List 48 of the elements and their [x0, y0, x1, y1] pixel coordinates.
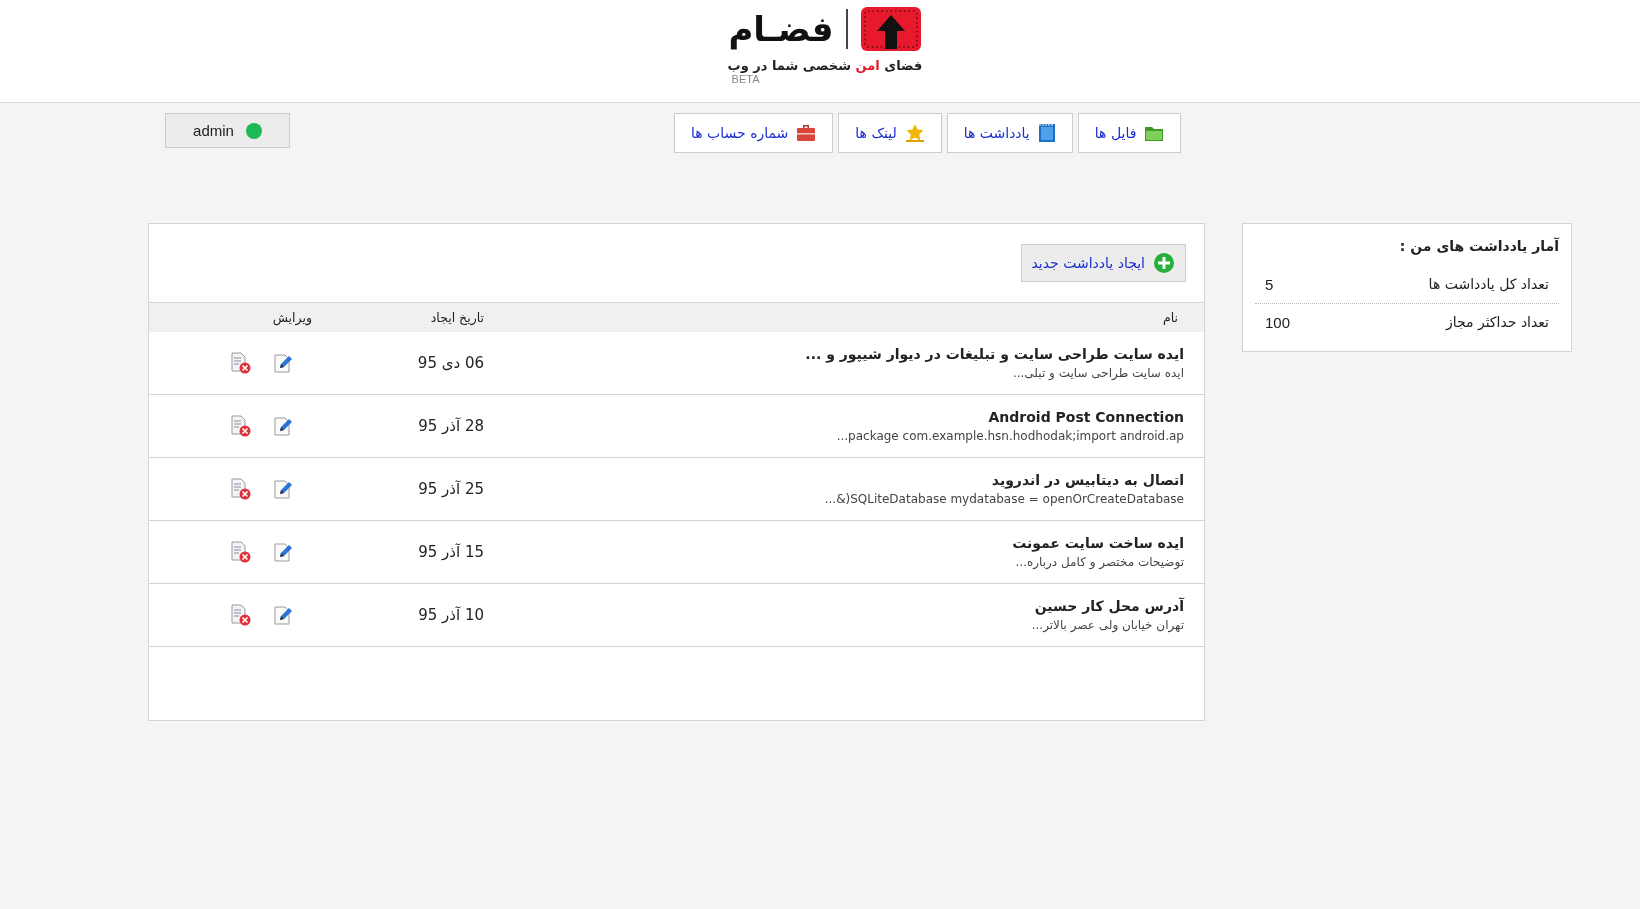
column-header: نام — [1161, 310, 1179, 325]
note-title[interactable]: اتصال به دیتابیس در اندروید — [492, 472, 1184, 488]
column-header: تاریخ ایجاد — [429, 310, 485, 325]
delete-icon[interactable] — [230, 352, 252, 374]
note-excerpt: package com.example.hsn.hodhodak;import android.ap... — [835, 429, 1184, 443]
note-title[interactable]: ایده سایت طراحی سایت و تبلیغات در دیوار شیپور و ... — [492, 346, 1184, 362]
nav-button[interactable]: یادداشت ها — [946, 113, 1073, 153]
column-header: ویرایش — [271, 310, 312, 325]
user-button[interactable]: admin — [165, 113, 290, 148]
note-excerpt: تهران خیابان ولی عصر بالاتر... — [1030, 618, 1184, 632]
stat-label: تعداد حداکثر مجاز — [1445, 314, 1549, 331]
delete-icon[interactable] — [230, 541, 252, 563]
new-note-button[interactable]: ایجاد یادداشت جدید — [1020, 244, 1186, 282]
note-title[interactable]: آدرس محل کار حسین — [492, 598, 1184, 614]
note-excerpt: ایده سایت طراحی سایت و تبلی... — [1011, 366, 1184, 380]
delete-icon[interactable] — [230, 415, 252, 437]
upload-arrow-logo-icon — [859, 6, 922, 52]
star-icon — [904, 123, 925, 143]
stat-label: تعداد کل یادداشت ها — [1428, 276, 1549, 293]
edit-icon[interactable] — [272, 604, 294, 626]
beta-label: BETA — [731, 73, 760, 85]
stat-value: 100 — [1265, 314, 1291, 331]
note-title[interactable]: Android Post Connection — [492, 409, 1184, 425]
stat-value: 5 — [1265, 276, 1274, 293]
edit-icon[interactable] — [272, 541, 294, 563]
briefcase-icon — [796, 124, 817, 142]
delete-icon[interactable] — [230, 604, 252, 626]
nav-button[interactable]: شماره حساب ها — [674, 113, 834, 153]
edit-icon[interactable] — [272, 415, 294, 437]
note-excerpt: SQLiteDatabase mydatabase = openOrCreateDatabase(&... — [823, 492, 1184, 506]
nav-button[interactable]: فایل ها — [1077, 113, 1182, 153]
note-date: 15 آذر 95 — [418, 543, 484, 561]
edit-icon[interactable] — [272, 478, 294, 500]
plus-icon — [1153, 252, 1175, 274]
note-excerpt: توضیحات مختصر و کامل درباره... — [1014, 555, 1184, 569]
edit-icon[interactable] — [272, 352, 294, 374]
note-date: 28 آذر 95 — [418, 417, 484, 435]
note-date: 06 دی 95 — [417, 354, 484, 372]
tagline: فضای امن شخصی شما در وب — [727, 58, 923, 73]
note-title[interactable]: ایده ساخت سایت عمونت — [492, 535, 1184, 551]
note-date: 25 آذر 95 — [418, 480, 484, 498]
notebook-icon — [1037, 123, 1056, 143]
stats-title: آمار یادداشت های من : — [1398, 238, 1559, 257]
nav-button[interactable]: لینک ها — [838, 113, 942, 153]
folder-icon — [1144, 124, 1165, 142]
note-date: 10 آذر 95 — [418, 606, 484, 624]
logo-wordmark: فضـام — [728, 8, 834, 52]
delete-icon[interactable] — [230, 478, 252, 500]
